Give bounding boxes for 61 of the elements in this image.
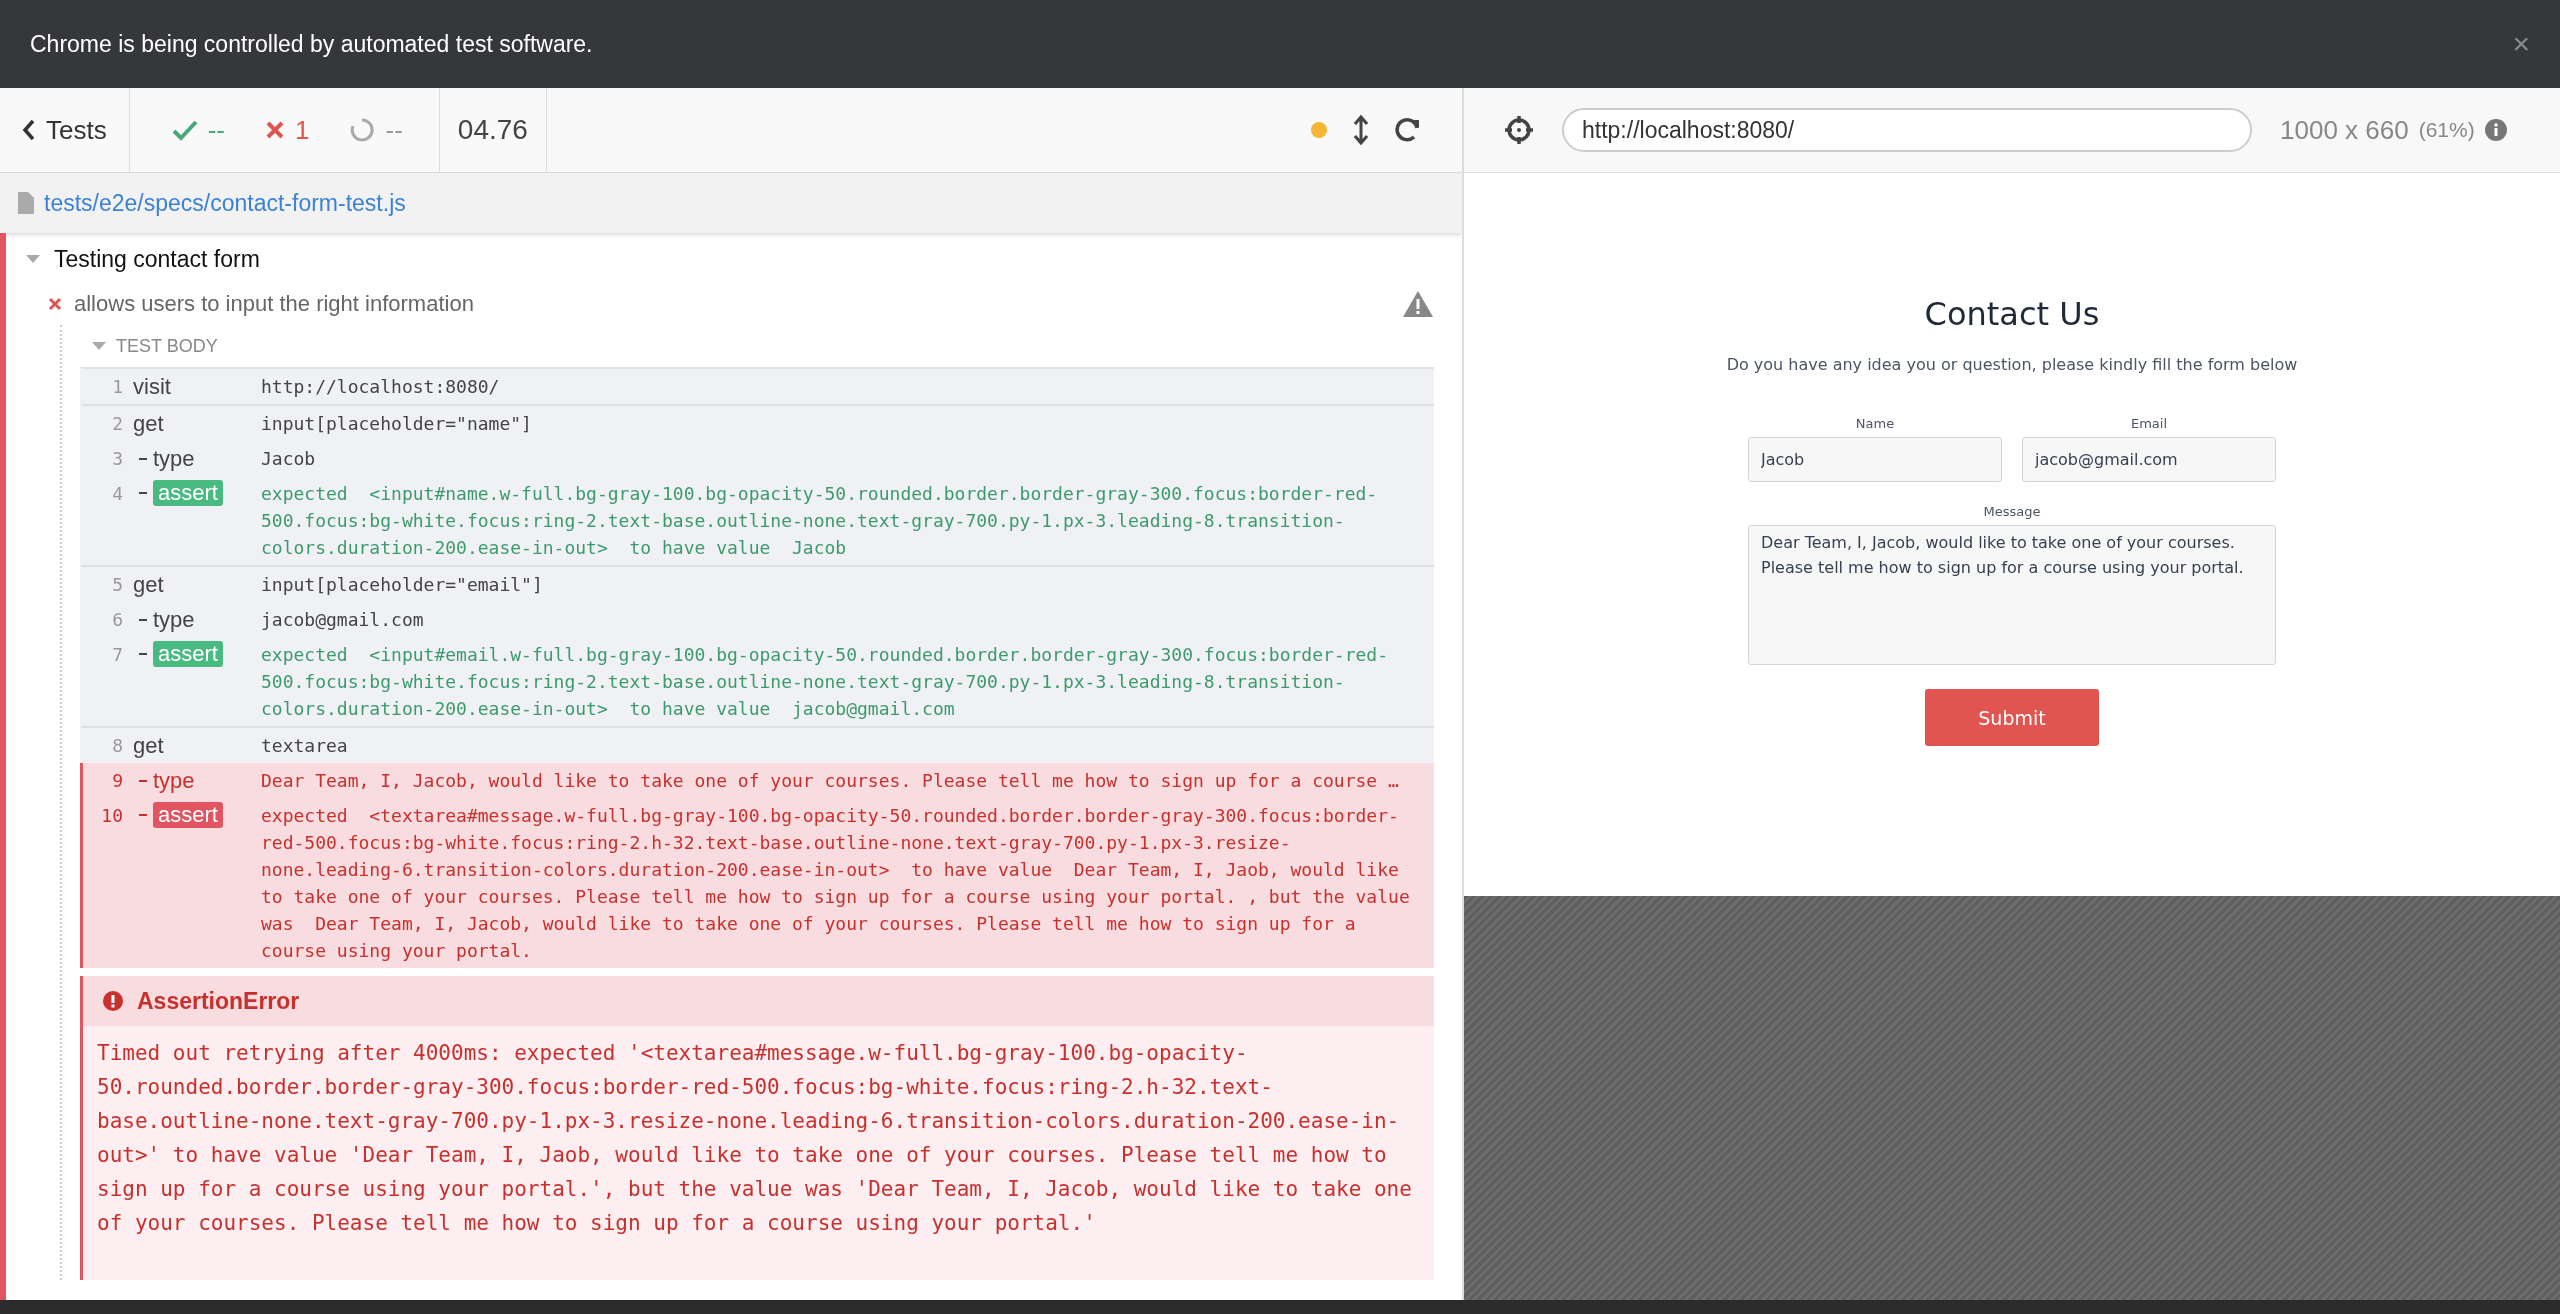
command-number: 2 xyxy=(111,412,124,436)
page-title: Contact Us xyxy=(1924,295,2100,333)
command-number: 10 xyxy=(100,804,124,828)
command-message: input[placeholder="name"] xyxy=(261,412,533,436)
tests-button[interactable]: Tests xyxy=(0,88,130,172)
input-field[interactable]: Jacob xyxy=(1748,437,2002,482)
command-name: type xyxy=(153,767,195,794)
command-name: get xyxy=(133,732,164,759)
command-message: Jacob xyxy=(261,447,317,471)
stat-count: -- xyxy=(207,114,225,146)
command-message: expected <input#name.w-full.bg-gray-100.bg-opacity-50.rounded.border.border-gray-300.focus:border-red-500.focus:bg-white.focus:ring-2.text-base.outline-none.text-gray-700.py-1.px-3.leading-8.transition-colors.duration-200.ease-in-out> to have value Jacob xyxy=(261,482,1379,560)
assert-badge: assert xyxy=(153,802,223,828)
page-subtitle: Do you have any idea you or question, please kindly fill the form below xyxy=(1726,355,2298,374)
command-name: type xyxy=(153,606,195,633)
command-number: 7 xyxy=(111,643,124,667)
command-row[interactable]: 6 type jacob@gmail.com xyxy=(80,602,1434,637)
command-message: input[placeholder="email"] xyxy=(261,573,544,597)
banner-text: Chrome is being controlled by automated test software. xyxy=(30,30,593,58)
spec-path-link[interactable]: tests/e2e/specs/contact-form-test.js xyxy=(44,189,406,217)
command-message: Dear Team, I, Jacob, would like to take one of your courses. Please tell me how to sign up for a course … xyxy=(261,769,1400,793)
input-field[interactable]: jacob@gmail.com xyxy=(2022,437,2276,482)
message-field[interactable]: Dear Team, I, Jacob, would like to take one of your courses. Please tell me how to sign up for a course using your portal. xyxy=(1748,525,2276,665)
command-number: 9 xyxy=(111,769,124,793)
command-row[interactable]: 2 get input[placeholder="name"] xyxy=(80,404,1434,441)
command-name: type xyxy=(153,445,195,472)
command-message: jacob@gmail.com xyxy=(261,608,425,632)
command-name: get xyxy=(133,571,164,598)
stat-count: 1 xyxy=(295,114,310,146)
command-number: 5 xyxy=(111,573,124,597)
command-number: 4 xyxy=(111,482,124,506)
command-message: expected <textarea#message.w-full.bg-gray-100.bg-opacity-50.rounded.border.border-gray-300.focus:border-red-500.focus:bg-white.focus:ring-2.h-32.text-base.outline-none.text-gray-700.py-1.px-3.resize-none.leading-6.transition-colors.duration-200.ease-in-out> to have value Dear Team, I, Jaob, would like to take one of your courses. Please tell me how to sign up for a course using your portal. , but the value was Dear Team, I, Jacob, would like to take one of your courses. Please tell me how to sign up for a course using your portal. xyxy=(261,804,1411,963)
command-name: get xyxy=(133,410,164,437)
field-label: Email xyxy=(2130,416,2168,431)
command-number: 6 xyxy=(111,608,124,632)
command-number: 3 xyxy=(111,447,124,471)
viewport-size: 1000 x 660 xyxy=(2280,114,2409,146)
test-title[interactable]: allows users to input the right information xyxy=(74,291,1390,317)
command-number: 1 xyxy=(111,375,124,399)
error-name: AssertionError xyxy=(137,987,300,1015)
command-row[interactable]: 9 type Dear Team, I, Jacob, would like to take one of your courses. Please tell me how to sign up for a course … xyxy=(80,763,1434,798)
suite-title[interactable]: Testing contact form xyxy=(54,245,260,273)
command-row[interactable]: 5 get input[placeholder="email"] xyxy=(80,565,1434,602)
command-row[interactable]: 3 type Jacob xyxy=(80,441,1434,476)
assert-badge: assert xyxy=(153,641,223,667)
viewport-scale: (61%) xyxy=(2418,118,2475,142)
submit-button[interactable]: Submit xyxy=(1925,689,2099,746)
command-message: textarea xyxy=(261,734,349,758)
command-row[interactable]: 1 visit http://localhost:8080/ xyxy=(80,367,1434,404)
url-field[interactable]: http://localhost:8080/ xyxy=(1562,108,2252,152)
command-message: http://localhost:8080/ xyxy=(261,375,501,399)
duration: 04.76 xyxy=(457,114,528,146)
test-body-label[interactable]: TEST BODY xyxy=(116,335,218,357)
command-row[interactable]: 8 get textarea xyxy=(80,726,1434,763)
stat-count: -- xyxy=(385,114,403,146)
field-label: Name xyxy=(1855,416,1895,431)
field-label: Message xyxy=(1983,504,2041,519)
command-number: 8 xyxy=(111,734,124,758)
error-message: Timed out retrying after 4000ms: expected '<textarea#message.w-full.bg-gray-100.bg-opacity-50.rounded.border.border-gray-300.focus:border-red-500.focus:bg-white.focus:ring-2.h-32.text-base.outline-none.text-gray-700.py-1.px-3.resize-none.leading-6.transition-colors.duration-200.ease-in-out>' to have value 'Dear Team, I, Jaob, would like to take one of your courses. Please tell me how to sign up for a course using your portal.', but the value was 'Dear Team, I, Jacob, would like to take one of your courses. Please tell me how to sign up for a course using your portal.' xyxy=(83,1026,1434,1280)
assert-badge: assert xyxy=(153,480,223,506)
command-name: visit xyxy=(133,373,171,400)
command-message: expected <input#email.w-full.bg-gray-100.bg-opacity-50.rounded.border.border-gray-300.focus:border-red-500.focus:bg-white.focus:ring-2.text-base.outline-none.text-gray-700.py-1.px-3.leading-8.transition-colors.duration-200.ease-in-out> to have value jacob@gmail.com xyxy=(261,643,1390,721)
